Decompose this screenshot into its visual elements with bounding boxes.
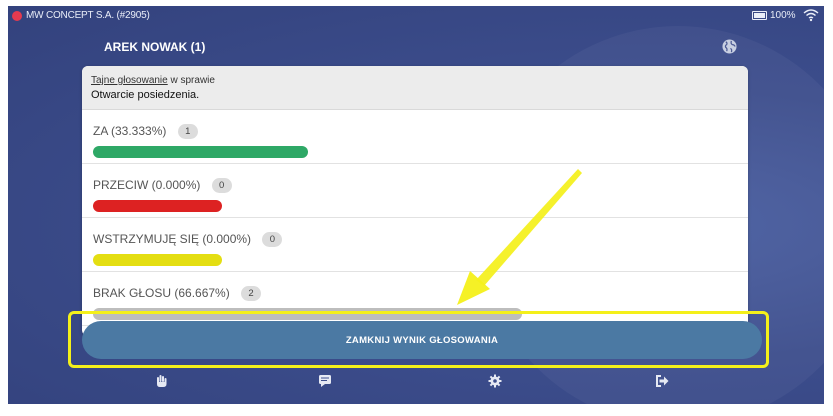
app-screen: MW CONCEPT S.A. (#2905) 100% AREK NOWAK …	[8, 6, 824, 404]
hand-icon[interactable]	[154, 374, 168, 388]
gear-icon[interactable]	[488, 374, 502, 388]
annotation-arrow	[457, 169, 582, 305]
message-icon[interactable]	[318, 374, 332, 388]
logout-icon[interactable]	[655, 374, 669, 388]
